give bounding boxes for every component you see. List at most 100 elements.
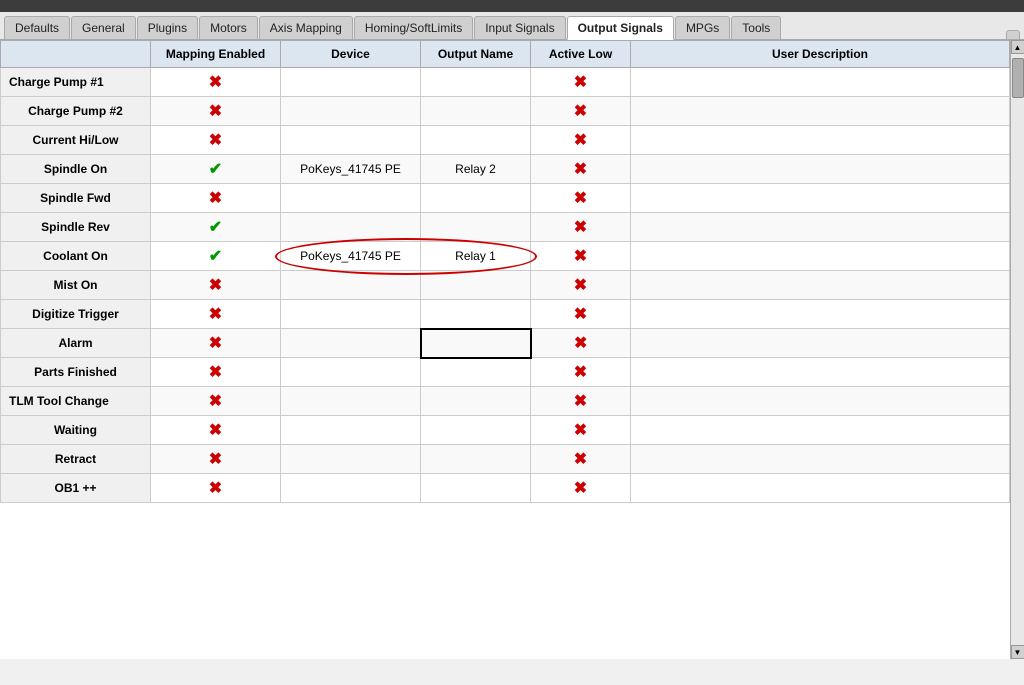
x-icon: ✖ xyxy=(209,449,222,469)
tab-homing-softlimits[interactable]: Homing/SoftLimits xyxy=(354,16,473,39)
tab-tools[interactable]: Tools xyxy=(731,16,781,39)
scrollbar[interactable]: ▲ ▼ xyxy=(1010,40,1024,659)
device-7[interactable] xyxy=(281,271,421,300)
active-low-0[interactable]: ✖ xyxy=(531,68,631,97)
device-6[interactable]: PoKeys_41745 PE xyxy=(281,242,421,271)
output-name-10[interactable] xyxy=(421,358,531,387)
output-name-2[interactable] xyxy=(421,126,531,155)
device-11[interactable] xyxy=(281,387,421,416)
scroll-down-button[interactable]: ▼ xyxy=(1011,645,1024,659)
table-row: Spindle On✔PoKeys_41745 PERelay 2✖ xyxy=(1,155,1010,184)
active-low-8[interactable]: ✖ xyxy=(531,300,631,329)
output-name-8[interactable] xyxy=(421,300,531,329)
user-desc-10[interactable] xyxy=(631,358,1010,387)
table-row: Charge Pump #1✖✖ xyxy=(1,68,1010,97)
mapping-enabled-0[interactable]: ✖ xyxy=(151,68,281,97)
user-desc-8[interactable] xyxy=(631,300,1010,329)
device-13[interactable] xyxy=(281,445,421,474)
x-icon: ✖ xyxy=(574,188,587,208)
active-low-5[interactable]: ✖ xyxy=(531,213,631,242)
active-low-13[interactable]: ✖ xyxy=(531,445,631,474)
mapping-enabled-11[interactable]: ✖ xyxy=(151,387,281,416)
user-desc-0[interactable] xyxy=(631,68,1010,97)
user-desc-3[interactable] xyxy=(631,155,1010,184)
table-container[interactable]: Mapping EnabledDeviceOutput NameActive L… xyxy=(0,40,1010,659)
output-name-3[interactable]: Relay 2 xyxy=(421,155,531,184)
active-low-1[interactable]: ✖ xyxy=(531,97,631,126)
device-14[interactable] xyxy=(281,474,421,503)
user-desc-1[interactable] xyxy=(631,97,1010,126)
tab-axis-mapping[interactable]: Axis Mapping xyxy=(259,16,353,39)
device-12[interactable] xyxy=(281,416,421,445)
device-8[interactable] xyxy=(281,300,421,329)
scroll-up-button[interactable]: ▲ xyxy=(1011,40,1024,54)
table-row: Spindle Rev✔✖ xyxy=(1,213,1010,242)
user-desc-14[interactable] xyxy=(631,474,1010,503)
device-9[interactable] xyxy=(281,329,421,358)
output-name-9[interactable] xyxy=(421,329,531,358)
user-desc-9[interactable] xyxy=(631,329,1010,358)
mapping-enabled-4[interactable]: ✖ xyxy=(151,184,281,213)
device-1[interactable] xyxy=(281,97,421,126)
output-name-14[interactable] xyxy=(421,474,531,503)
user-desc-11[interactable] xyxy=(631,387,1010,416)
output-name-5[interactable] xyxy=(421,213,531,242)
device-0[interactable] xyxy=(281,68,421,97)
mapping-enabled-12[interactable]: ✖ xyxy=(151,416,281,445)
active-low-6[interactable]: ✖ xyxy=(531,242,631,271)
row-name-10: Parts Finished xyxy=(1,358,151,387)
mapping-enabled-8[interactable]: ✖ xyxy=(151,300,281,329)
x-icon: ✖ xyxy=(574,478,587,498)
output-name-1[interactable] xyxy=(421,97,531,126)
active-low-2[interactable]: ✖ xyxy=(531,126,631,155)
active-low-11[interactable]: ✖ xyxy=(531,387,631,416)
tab-more-button[interactable] xyxy=(1006,30,1020,39)
user-desc-12[interactable] xyxy=(631,416,1010,445)
tab-mpgs[interactable]: MPGs xyxy=(675,16,730,39)
device-5[interactable] xyxy=(281,213,421,242)
mapping-enabled-10[interactable]: ✖ xyxy=(151,358,281,387)
user-desc-13[interactable] xyxy=(631,445,1010,474)
device-3[interactable]: PoKeys_41745 PE xyxy=(281,155,421,184)
active-low-10[interactable]: ✖ xyxy=(531,358,631,387)
tab-defaults[interactable]: Defaults xyxy=(4,16,70,39)
mapping-enabled-13[interactable]: ✖ xyxy=(151,445,281,474)
active-low-9[interactable]: ✖ xyxy=(531,329,631,358)
tab-general[interactable]: General xyxy=(71,16,136,39)
device-10[interactable] xyxy=(281,358,421,387)
user-desc-2[interactable] xyxy=(631,126,1010,155)
mapping-enabled-1[interactable]: ✖ xyxy=(151,97,281,126)
row-name-12: Waiting xyxy=(1,416,151,445)
active-low-7[interactable]: ✖ xyxy=(531,271,631,300)
output-name-11[interactable] xyxy=(421,387,531,416)
tab-plugins[interactable]: Plugins xyxy=(137,16,198,39)
device-4[interactable] xyxy=(281,184,421,213)
user-desc-5[interactable] xyxy=(631,213,1010,242)
output-name-4[interactable] xyxy=(421,184,531,213)
user-desc-6[interactable] xyxy=(631,242,1010,271)
tab-motors[interactable]: Motors xyxy=(199,16,258,39)
output-name-6[interactable]: Relay 1 xyxy=(421,242,531,271)
output-name-13[interactable] xyxy=(421,445,531,474)
mapping-enabled-14[interactable]: ✖ xyxy=(151,474,281,503)
mapping-enabled-2[interactable]: ✖ xyxy=(151,126,281,155)
mapping-enabled-9[interactable]: ✖ xyxy=(151,329,281,358)
mapping-enabled-3[interactable]: ✔ xyxy=(151,155,281,184)
user-desc-7[interactable] xyxy=(631,271,1010,300)
output-name-12[interactable] xyxy=(421,416,531,445)
active-low-4[interactable]: ✖ xyxy=(531,184,631,213)
active-low-3[interactable]: ✖ xyxy=(531,155,631,184)
active-low-14[interactable]: ✖ xyxy=(531,474,631,503)
output-name-0[interactable] xyxy=(421,68,531,97)
scrollbar-thumb[interactable] xyxy=(1012,58,1024,98)
mapping-enabled-5[interactable]: ✔ xyxy=(151,213,281,242)
output-name-7[interactable] xyxy=(421,271,531,300)
tab-input-signals[interactable]: Input Signals xyxy=(474,16,565,39)
device-2[interactable] xyxy=(281,126,421,155)
active-low-12[interactable]: ✖ xyxy=(531,416,631,445)
mapping-enabled-6[interactable]: ✔ xyxy=(151,242,281,271)
table-row: Parts Finished✖✖ xyxy=(1,358,1010,387)
user-desc-4[interactable] xyxy=(631,184,1010,213)
mapping-enabled-7[interactable]: ✖ xyxy=(151,271,281,300)
tab-output-signals[interactable]: Output Signals xyxy=(567,16,674,40)
